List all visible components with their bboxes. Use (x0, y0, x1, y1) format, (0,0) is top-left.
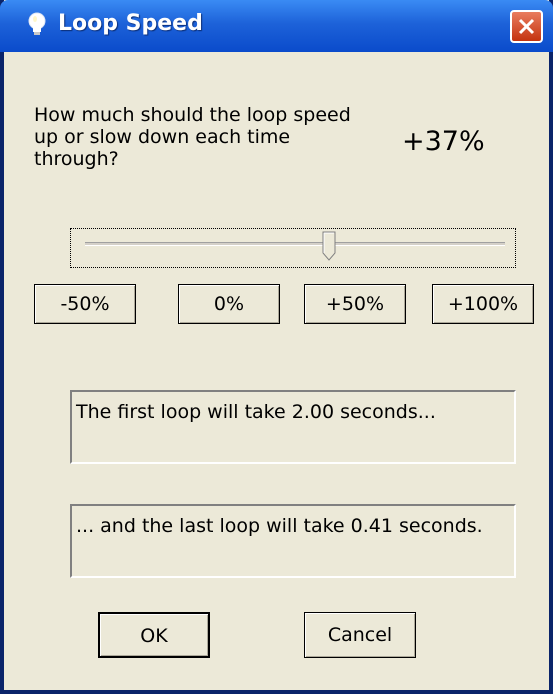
slider-thumb[interactable] (322, 231, 336, 261)
close-icon (518, 18, 535, 35)
preset-minus50-button[interactable]: -50% (34, 284, 136, 324)
slider-track (85, 242, 505, 246)
last-loop-info: ... and the last loop will take 0.41 sec… (70, 504, 516, 578)
window-title: Loop Speed (58, 11, 203, 36)
cancel-button[interactable]: Cancel (304, 612, 416, 658)
speed-value: +37% (402, 126, 485, 157)
preset-0-button[interactable]: 0% (178, 284, 280, 324)
preset-plus100-button[interactable]: +100% (432, 284, 534, 324)
close-button[interactable] (510, 10, 543, 43)
lightbulb-icon (28, 12, 46, 35)
speed-slider[interactable] (70, 228, 516, 268)
preset-plus50-button[interactable]: +50% (304, 284, 406, 324)
title-bar[interactable]: Loop Speed (0, 0, 553, 52)
first-loop-info: The first loop will take 2.00 seconds... (70, 390, 516, 464)
ok-button[interactable]: OK (98, 612, 210, 658)
loop-speed-dialog: Loop Speed How much should the loop spee… (0, 0, 553, 694)
speed-question: How much should the loop speed up or slo… (34, 104, 351, 170)
